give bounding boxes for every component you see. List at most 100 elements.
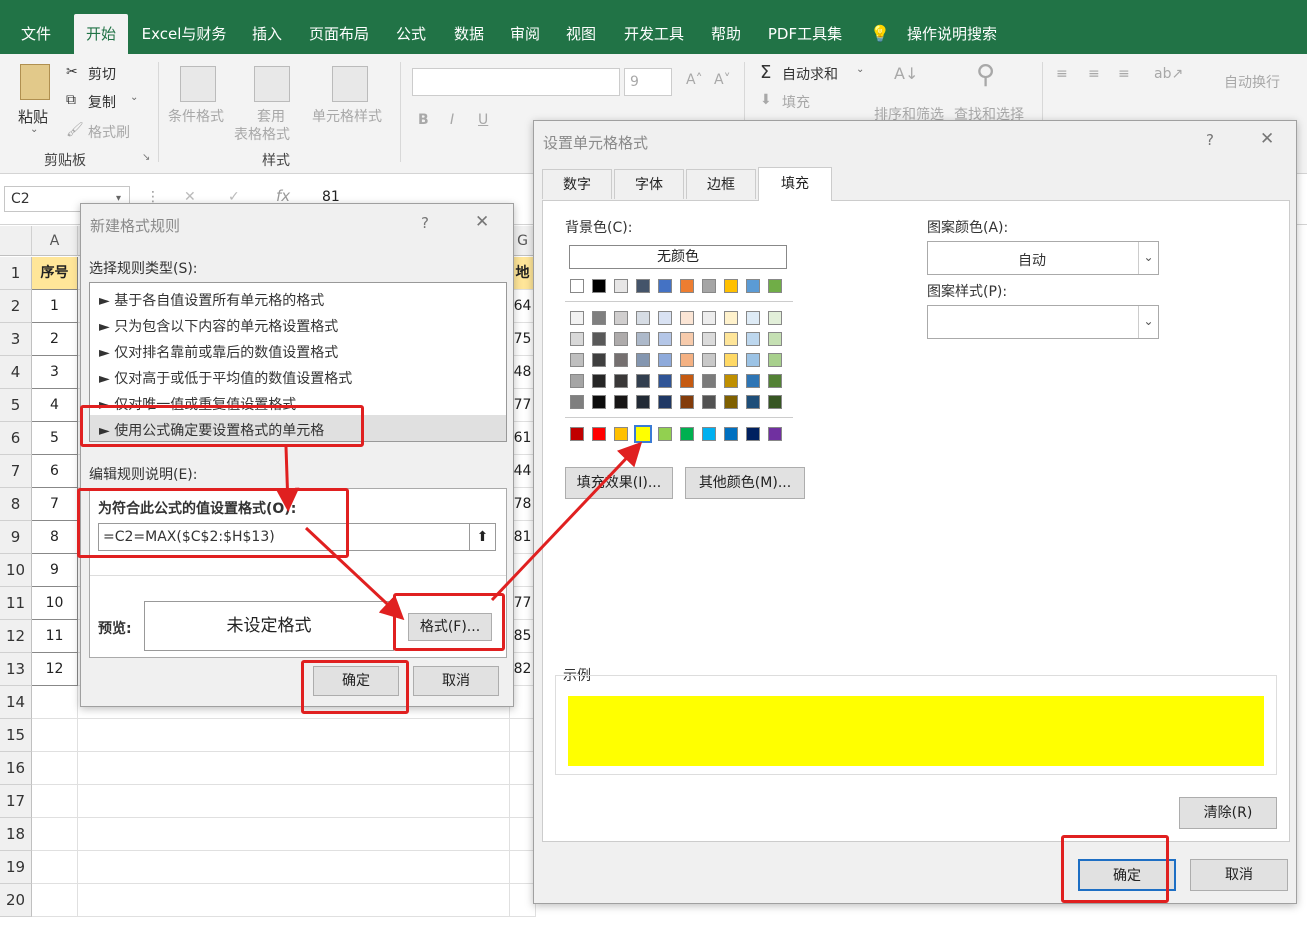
tell-me-search[interactable]: 操作说明搜索 (900, 14, 1004, 54)
tint-color-swatch[interactable] (658, 311, 672, 325)
tint-color-swatch[interactable] (702, 332, 716, 346)
theme-color-swatch[interactable] (636, 279, 650, 293)
tint-color-swatch[interactable] (724, 374, 738, 388)
tab-file[interactable]: 文件 (8, 14, 64, 54)
tint-color-swatch[interactable] (702, 395, 716, 409)
tint-color-swatch[interactable] (614, 311, 628, 325)
cell-a[interactable] (32, 785, 78, 818)
tab-help[interactable]: 帮助 (700, 14, 752, 54)
tint-color-swatch[interactable] (746, 395, 760, 409)
cell-a[interactable] (32, 884, 78, 917)
row-header[interactable]: 18 (0, 818, 32, 851)
italic-button[interactable]: I (450, 112, 454, 128)
column-header-a[interactable]: A (32, 226, 78, 256)
standard-color-swatch[interactable] (768, 427, 782, 441)
row-header[interactable]: 11 (0, 587, 32, 620)
tint-color-swatch[interactable] (746, 374, 760, 388)
fill-button[interactable]: 填充 (782, 92, 810, 112)
tab-excel-finance[interactable]: Excel与财务 (134, 14, 234, 54)
tint-color-swatch[interactable] (658, 353, 672, 367)
close-icon[interactable]: ✕ (475, 212, 489, 232)
table-format-icon[interactable] (254, 66, 290, 102)
cell-styles-button[interactable]: 单元格样式 (312, 106, 382, 126)
tab-data[interactable]: 数据 (442, 14, 496, 54)
conditional-format-icon[interactable] (180, 66, 216, 102)
theme-color-swatch[interactable] (592, 279, 606, 293)
tint-color-swatch[interactable] (680, 332, 694, 346)
theme-color-swatch[interactable] (614, 279, 628, 293)
row-header[interactable]: 1 (0, 257, 32, 290)
align-top-icon[interactable]: ≡ (1056, 66, 1068, 82)
rule-type-item[interactable]: ► 仅对高于或低于平均值的数值设置格式 (99, 368, 352, 388)
tint-color-swatch[interactable] (702, 374, 716, 388)
cell-range[interactable] (78, 851, 510, 884)
tint-color-swatch[interactable] (614, 374, 628, 388)
standard-color-swatch[interactable] (634, 425, 652, 443)
tint-color-swatch[interactable] (570, 353, 584, 367)
collapse-dialog-icon[interactable]: ⬆ (469, 524, 495, 550)
orientation-icon[interactable]: ab↗ (1154, 66, 1183, 82)
no-color-button[interactable]: 无颜色 (569, 245, 787, 269)
help-icon[interactable]: ? (1206, 131, 1214, 149)
tint-color-swatch[interactable] (592, 332, 606, 346)
cell-a[interactable]: 4 (32, 389, 78, 422)
tint-color-swatch[interactable] (570, 395, 584, 409)
standard-color-swatch[interactable] (592, 427, 606, 441)
launcher-icon[interactable]: ↘ (142, 152, 150, 163)
pattern-color-select[interactable]: 自动 ⌄ (927, 241, 1159, 275)
theme-color-swatch[interactable] (680, 279, 694, 293)
tint-color-swatch[interactable] (658, 395, 672, 409)
standard-color-swatch[interactable] (746, 427, 760, 441)
tint-color-swatch[interactable] (746, 332, 760, 346)
tab-border[interactable]: 边框 (686, 169, 756, 199)
tab-insert[interactable]: 插入 (240, 14, 294, 54)
align-middle-icon[interactable]: ≡ (1088, 66, 1100, 82)
theme-color-swatch[interactable] (702, 279, 716, 293)
font-name-select[interactable] (412, 68, 620, 96)
tint-color-swatch[interactable] (636, 353, 650, 367)
tint-color-swatch[interactable] (592, 374, 606, 388)
tint-color-swatch[interactable] (636, 374, 650, 388)
table-format-label-2[interactable]: 表格格式 (234, 124, 290, 144)
row-header[interactable]: 20 (0, 884, 32, 917)
select-all-corner[interactable] (0, 226, 32, 256)
close-icon[interactable]: ✕ (1260, 129, 1274, 149)
cell-a[interactable] (32, 686, 78, 719)
clear-button[interactable]: 清除(R) (1179, 797, 1277, 829)
cell-a[interactable]: 5 (32, 422, 78, 455)
tint-color-swatch[interactable] (680, 353, 694, 367)
row-header[interactable]: 12 (0, 620, 32, 653)
theme-color-swatch[interactable] (724, 279, 738, 293)
cut-button[interactable]: 剪切 (88, 64, 116, 84)
chevron-down-icon[interactable]: ⌄ (30, 124, 38, 135)
cell-a[interactable]: 9 (32, 554, 78, 587)
cancel-button[interactable]: 取消 (413, 666, 499, 696)
tint-color-swatch[interactable] (724, 332, 738, 346)
tint-color-swatch[interactable] (724, 353, 738, 367)
row-header[interactable]: 16 (0, 752, 32, 785)
tint-color-swatch[interactable] (680, 374, 694, 388)
tint-color-swatch[interactable] (768, 374, 782, 388)
tint-color-swatch[interactable] (658, 374, 672, 388)
tint-color-swatch[interactable] (592, 395, 606, 409)
cell-a[interactable]: 序号 (32, 257, 78, 290)
tint-color-swatch[interactable] (570, 332, 584, 346)
row-header[interactable]: 5 (0, 389, 32, 422)
tint-color-swatch[interactable] (636, 311, 650, 325)
format-painter-button[interactable]: 格式刷 (88, 122, 130, 142)
cancel-button[interactable]: 取消 (1190, 859, 1288, 891)
rule-type-item[interactable]: ► 仅对排名靠前或靠后的数值设置格式 (99, 342, 338, 362)
paste-icon[interactable] (20, 64, 50, 100)
row-header[interactable]: 8 (0, 488, 32, 521)
sort-filter-icon[interactable]: A↓ (894, 64, 918, 83)
theme-color-swatch[interactable] (768, 279, 782, 293)
tint-color-swatch[interactable] (724, 311, 738, 325)
cell-range[interactable] (78, 884, 510, 917)
autosum-button[interactable]: 自动求和 (782, 64, 838, 84)
standard-color-swatch[interactable] (702, 427, 716, 441)
cell-a[interactable]: 8 (32, 521, 78, 554)
more-colors-button[interactable]: 其他颜色(M)... (685, 467, 805, 499)
tint-color-swatch[interactable] (746, 353, 760, 367)
row-header[interactable]: 7 (0, 455, 32, 488)
help-icon[interactable]: ? (421, 214, 429, 232)
